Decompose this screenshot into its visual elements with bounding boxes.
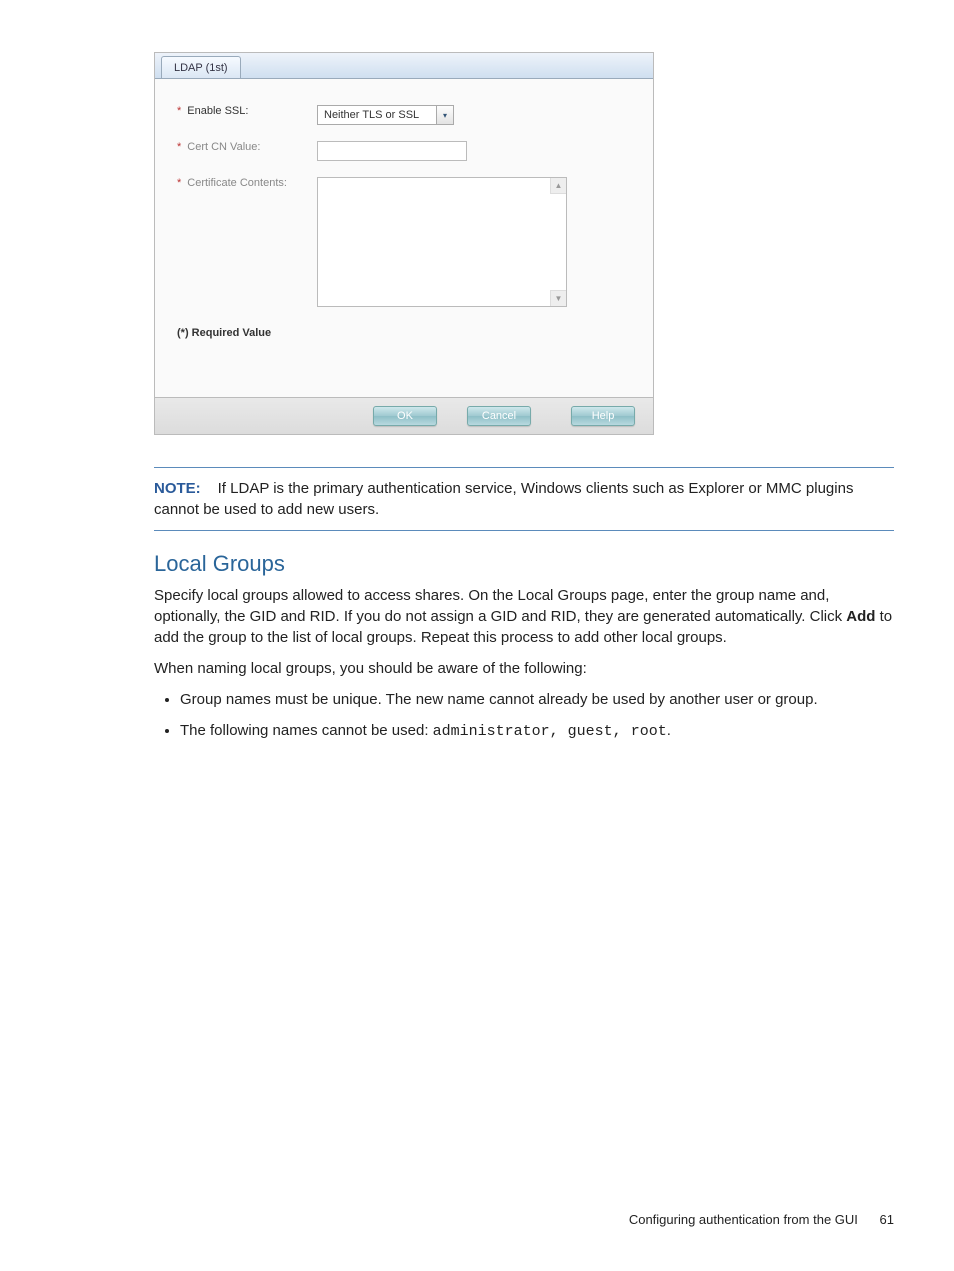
- note-label: NOTE:: [154, 480, 201, 497]
- ldap-dialog: LDAP (1st) * Enable SSL: Neither TLS or …: [154, 52, 654, 435]
- note-body: If LDAP is the primary authentication se…: [154, 480, 853, 518]
- dialog-footer: OK Cancel Help: [155, 397, 653, 434]
- cert-contents-label: * Certificate Contents:: [177, 177, 317, 189]
- enable-ssl-value[interactable]: Neither TLS or SSL: [317, 105, 437, 125]
- local-groups-para1: Specify local groups allowed to access s…: [154, 585, 894, 648]
- required-asterisk: *: [177, 141, 181, 153]
- enable-ssl-text: Enable SSL:: [187, 105, 248, 117]
- help-button[interactable]: Help: [571, 406, 635, 426]
- required-asterisk: *: [177, 105, 181, 117]
- tab-ldap-1st[interactable]: LDAP (1st): [161, 56, 241, 78]
- footer-text: Configuring authentication from the GUI: [629, 1212, 858, 1227]
- cert-contents-textarea[interactable]: ▲ ▼: [317, 177, 567, 307]
- bullet-list: Group names must be unique. The new name…: [154, 689, 894, 742]
- local-groups-para2: When naming local groups, you should be …: [154, 658, 894, 679]
- scroll-down-icon[interactable]: ▼: [550, 290, 566, 306]
- required-value-note: (*) Required Value: [177, 327, 631, 339]
- cert-contents-text: Certificate Contents:: [187, 177, 287, 189]
- dialog-tabbar: LDAP (1st): [155, 53, 653, 79]
- enable-ssl-label: * Enable SSL:: [177, 105, 317, 117]
- bullet2-mono: administrator, guest, root: [433, 723, 667, 740]
- note-text: [205, 480, 218, 497]
- add-bold: Add: [846, 608, 875, 625]
- ok-button[interactable]: OK: [373, 406, 437, 426]
- scroll-up-icon[interactable]: ▲: [550, 178, 566, 194]
- cancel-button[interactable]: Cancel: [467, 406, 531, 426]
- bullet2a: The following names cannot be used:: [180, 722, 433, 739]
- bullet-1: Group names must be unique. The new name…: [180, 689, 894, 710]
- note-block: NOTE: If LDAP is the primary authenticat…: [154, 467, 894, 531]
- dialog-body: * Enable SSL: Neither TLS or SSL ▾ * Cer…: [155, 79, 653, 397]
- chevron-down-icon: ▾: [443, 111, 447, 120]
- select-dropdown-button[interactable]: ▾: [436, 105, 454, 125]
- enable-ssl-select[interactable]: Neither TLS or SSL ▾: [317, 105, 454, 125]
- cert-cn-text: Cert CN Value:: [187, 141, 260, 153]
- page-number: 61: [880, 1212, 894, 1227]
- bullet-2: The following names cannot be used: admi…: [180, 720, 894, 742]
- bullet2b: .: [667, 722, 671, 739]
- required-asterisk: *: [177, 177, 181, 189]
- local-groups-heading: Local Groups: [154, 551, 894, 577]
- cert-cn-label: * Cert CN Value:: [177, 141, 317, 153]
- cert-cn-input[interactable]: [317, 141, 467, 161]
- page-footer: Configuring authentication from the GUI …: [629, 1212, 894, 1227]
- para1a: Specify local groups allowed to access s…: [154, 587, 846, 625]
